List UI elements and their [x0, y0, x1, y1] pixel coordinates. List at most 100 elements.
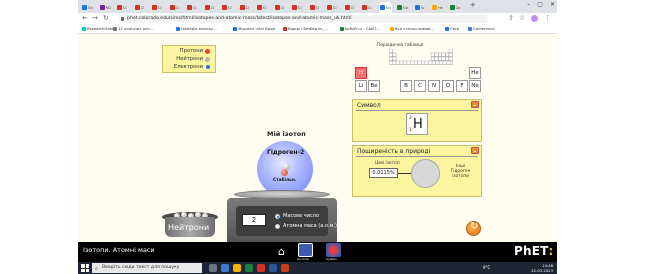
element-cell-f[interactable]: F: [456, 80, 468, 92]
browser-tab-strip: Sci RD Cl Cl Cl Cl Cl Cl Cl Cl Cl Cl Cl Cl Cl Cl Cl Sci Go…: [78, 0, 557, 13]
edge-icon[interactable]: [221, 264, 229, 272]
neutron-bucket[interactable]: Нейтрони: [162, 212, 218, 237]
element-cell-ne[interactable]: Ne: [469, 80, 481, 92]
home-icon[interactable]: ⌂: [278, 245, 285, 258]
tab-label: Sci: [88, 5, 93, 10]
abundance-collapse-button[interactable]: [471, 147, 479, 154]
browser-tab[interactable]: Cl: [309, 2, 322, 13]
windows-start-icon[interactable]: [81, 264, 89, 272]
clock-date: 22.03.2023: [531, 268, 553, 273]
bookmark-item[interactable]: Журнал «Hel Кром: [233, 26, 275, 31]
bookmark-favicon-icon: [82, 26, 86, 31]
element-cell-be[interactable]: Be: [368, 80, 380, 92]
mass-number-option-label[interactable]: Масове число: [283, 213, 319, 219]
browser-tab[interactable]: Cl: [221, 2, 234, 13]
weather-temperature[interactable]: 9°C: [483, 265, 490, 270]
chrome-icon[interactable]: [245, 264, 253, 272]
browser-tab[interactable]: RD: [99, 2, 112, 13]
system-tray-clock[interactable]: 14:48 22.03.2023: [531, 263, 553, 273]
browser-tab[interactable]: Cl: [274, 2, 287, 13]
screen-mixtures-button[interactable]: [326, 243, 341, 257]
maximize-icon[interactable]: ▢: [537, 1, 543, 8]
menu-icon[interactable]: ⋮: [544, 14, 551, 22]
tab-favicon-icon: [432, 5, 437, 10]
mass-number: 2: [409, 116, 412, 121]
share-icon[interactable]: ⇪: [508, 14, 514, 22]
tab-favicon-icon: [344, 5, 350, 10]
tab-label: Cl: [175, 5, 180, 10]
bookmark-item[interactable]: 12 конічних рез...: [113, 26, 153, 31]
mass-number-radio[interactable]: [275, 214, 280, 219]
bookmark-label: Відкрі і безбедлн_...: [288, 26, 328, 31]
minimize-icon[interactable]: –: [527, 1, 530, 8]
atomic-mass-radio[interactable]: [275, 224, 280, 229]
legend-electrons-label: Електрони: [173, 64, 203, 70]
element-cell-c[interactable]: C: [414, 80, 426, 92]
proton-particle[interactable]: [281, 169, 288, 176]
file-explorer-icon[interactable]: [233, 264, 241, 272]
browser-tab[interactable]: Cl: [256, 2, 269, 13]
element-cell-n[interactable]: N: [428, 80, 440, 92]
url-field[interactable]: phet.colorado.edu/sims/html/isotopes-and…: [118, 15, 488, 23]
browser-tab[interactable]: Cl: [186, 2, 199, 13]
browser-tab[interactable]: Cl: [344, 2, 357, 13]
browser-tab[interactable]: Go: [396, 2, 409, 13]
bookmark-item[interactable]: Все статьи химии...: [390, 26, 434, 31]
reload-icon[interactable]: ↻: [103, 14, 109, 22]
browser-tab[interactable]: Cl: [204, 2, 217, 13]
word-icon[interactable]: [269, 264, 277, 272]
tab-favicon-icon: [292, 5, 297, 10]
element-cell-li[interactable]: Li: [355, 80, 367, 92]
taskbar-search-box[interactable]: ⌕ Введіть сюди текст для пошуку: [92, 263, 202, 273]
tab-favicon-icon: [309, 5, 315, 10]
tab-favicon-icon: [222, 5, 227, 10]
tab-label: Cl: [123, 5, 127, 10]
browser-tab[interactable]: Sc: [414, 2, 427, 13]
browser-tab[interactable]: Cl: [291, 2, 304, 13]
tab-label: Cl: [158, 5, 162, 10]
bookmark-item[interactable]: KoRoR.ru - САЙТ...: [340, 26, 380, 31]
tab-label: Sci: [385, 5, 391, 10]
this-isotope-label: Цей ізотоп: [375, 161, 400, 166]
browser-tab[interactable]: Cl: [134, 2, 147, 13]
bookmark-label: Chrg: [450, 26, 459, 31]
app-icon[interactable]: [257, 264, 265, 272]
browser-tab[interactable]: Cl: [326, 2, 339, 13]
lock-icon: [121, 17, 124, 21]
bookmark-item[interactable]: Chrg: [445, 26, 459, 31]
tab-favicon-icon: [379, 5, 385, 10]
element-cell-he[interactable]: He: [469, 67, 481, 79]
browser-tab[interactable]: He: [431, 2, 444, 13]
screen-isotopes-button[interactable]: [298, 243, 313, 257]
element-cell-o[interactable]: O: [442, 80, 454, 92]
browser-tab[interactable]: Cl: [361, 2, 374, 13]
browser-tab[interactable]: Cl: [239, 2, 252, 13]
tab-favicon-icon: [204, 5, 210, 10]
atomic-mass-option-label[interactable]: Атомна маса (а.о.м.): [283, 223, 337, 229]
forward-icon[interactable]: →: [92, 14, 98, 22]
star-icon[interactable]: ☆: [519, 14, 525, 22]
element-cell-h[interactable]: H: [355, 67, 367, 79]
new-tab-button[interactable]: +: [470, 1, 476, 9]
phet-logo[interactable]: PhET:: [514, 244, 554, 258]
task-view-icon[interactable]: [209, 264, 217, 272]
profile-avatar[interactable]: [531, 15, 538, 22]
close-icon[interactable]: ✕: [550, 1, 555, 8]
browser-tab[interactable]: Cl: [169, 2, 182, 13]
powerpoint-icon[interactable]: [281, 264, 289, 272]
bookmark-item[interactable]: Ізомерія молеку...: [176, 26, 217, 31]
bookmark-item[interactable]: Відкрі і безбедлн_...: [283, 26, 328, 31]
symbol-collapse-button[interactable]: [471, 101, 479, 108]
element-cell-b[interactable]: B: [400, 80, 412, 92]
browser-tab[interactable]: Sci: [81, 2, 94, 13]
reset-all-button[interactable]: ↻: [466, 221, 481, 236]
browser-tab[interactable]: Go: [449, 2, 462, 13]
back-icon[interactable]: ←: [82, 14, 88, 22]
legend-neutrons-label: Нейтрони: [176, 56, 203, 62]
browser-tab[interactable]: Cl: [151, 2, 164, 13]
tab-favicon-icon: [257, 5, 262, 10]
bookmark-item[interactable]: ResearchGate: [82, 26, 114, 31]
browser-tab[interactable]: Sci: [378, 2, 392, 13]
browser-tab[interactable]: Cl: [116, 2, 129, 13]
bookmark-item[interactable]: Conference: [468, 26, 495, 31]
